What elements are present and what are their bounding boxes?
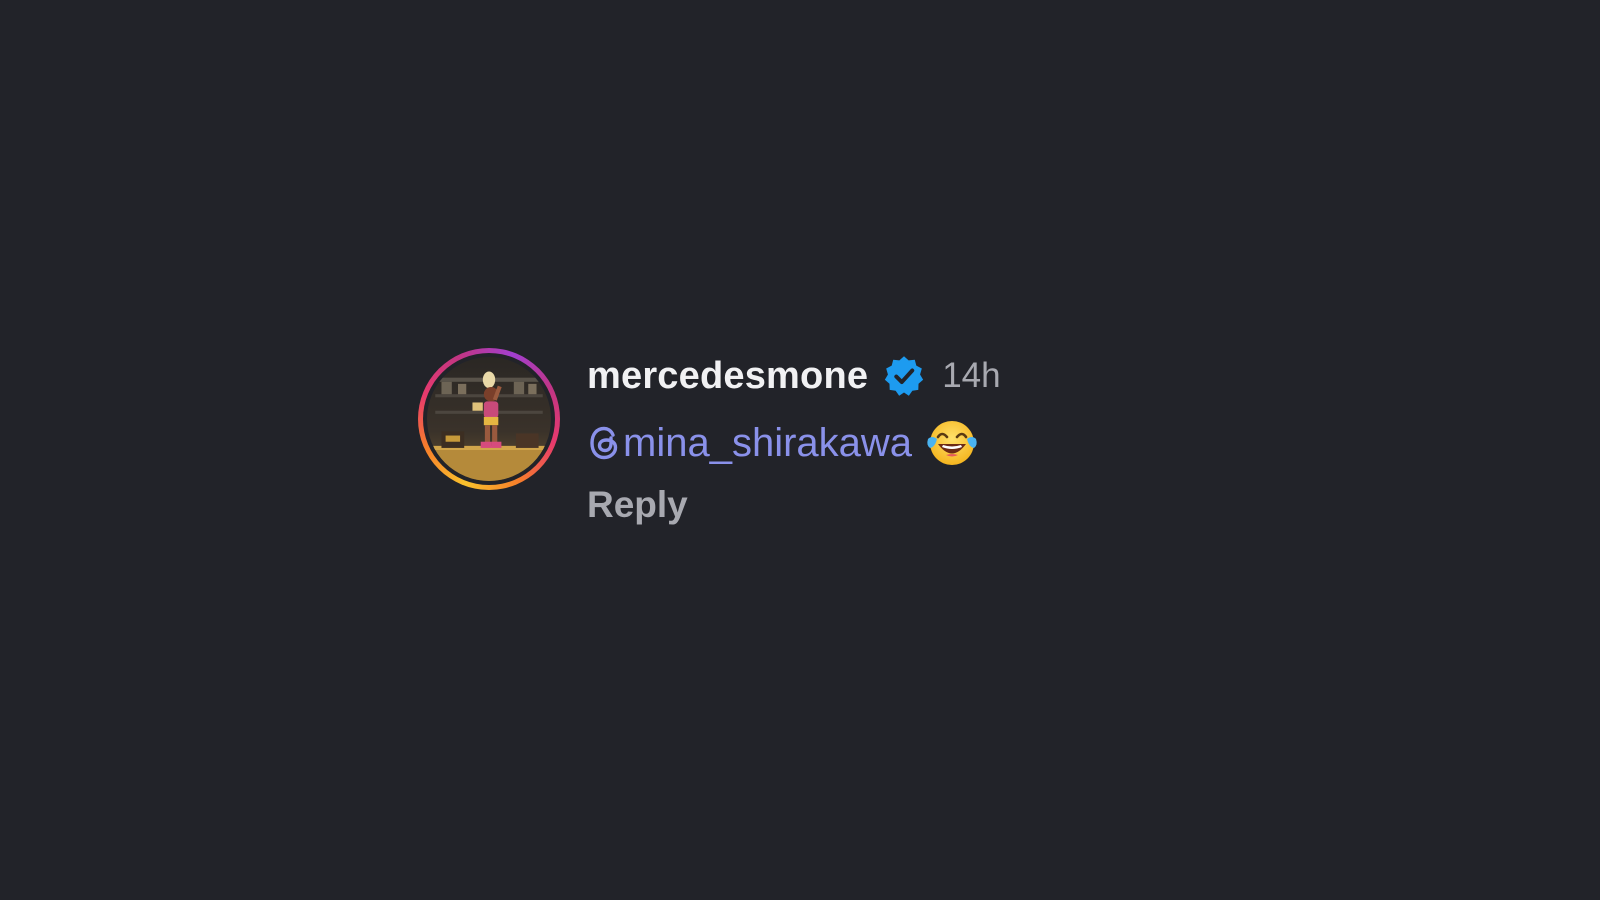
avatar-story-ring[interactable] [418,348,560,490]
screen: mercedesmone 14h mina_shirakawa Reply [0,0,1600,900]
face-with-tears-of-joy-icon [927,421,977,465]
threads-icon [590,426,618,460]
comment-header: mercedesmone 14h [587,354,1001,398]
mention-link[interactable]: mina_shirakawa [623,421,912,466]
username[interactable]: mercedesmone [587,355,868,398]
comment-text: mina_shirakawa [587,418,1001,468]
avatar [427,357,551,481]
comment-body: mercedesmone 14h mina_shirakawa Reply [587,354,1001,526]
comment: mercedesmone 14h mina_shirakawa Reply [418,348,1001,526]
reply-button[interactable]: Reply [587,484,1001,526]
timestamp: 14h [942,356,1001,395]
verified-icon [885,356,924,396]
